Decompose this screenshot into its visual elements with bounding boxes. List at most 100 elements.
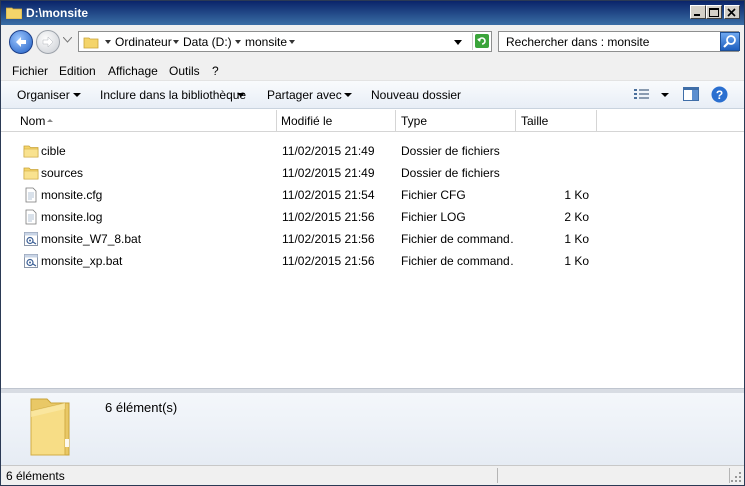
new-folder-button[interactable]: Nouveau dossier [371, 88, 461, 102]
menu-outils[interactable]: Outils [169, 64, 200, 78]
search-placeholder: Rechercher dans : monsite [506, 35, 650, 49]
minimize-icon [694, 14, 700, 16]
file-type: Fichier CFG [401, 188, 466, 202]
file-row[interactable]: monsite_W7_8.bat 11/02/2015 21:56 Fichier … [1, 228, 744, 250]
share-with-button[interactable]: Partager avec [267, 88, 342, 102]
details-pane: 6 élément(s) [1, 393, 744, 465]
file-type: Dossier de fichiers [401, 144, 500, 158]
file-name: monsite_xp.bat [41, 254, 123, 268]
document-icon [25, 187, 37, 203]
file-row[interactable]: sources 11/02/2015 21:49 Dossier de fichie… [1, 162, 744, 184]
file-name: cible [41, 144, 66, 158]
preview-pane-icon[interactable] [683, 87, 700, 102]
column-header-modified[interactable]: Modifié le [277, 110, 396, 131]
window-title: D:\monsite [26, 6, 89, 20]
maximize-icon [709, 8, 719, 17]
file-size: 1 Ko [564, 232, 589, 246]
file-row[interactable]: cible 11/02/2015 21:49 Dossier de fichiers [1, 140, 744, 162]
breadcrumb-ordinateur[interactable]: Ordinateur [115, 35, 172, 49]
search-button[interactable] [720, 32, 740, 51]
menu-bar: Fichier Edition Affichage Outils ? [1, 59, 744, 81]
column-label-name: Nom [20, 114, 46, 128]
file-modified: 11/02/2015 21:54 [282, 188, 375, 202]
navigation-bar: Ordinateur Data (D:) monsite Rechercher … [1, 25, 744, 59]
refresh-button[interactable] [472, 33, 491, 50]
file-name: sources [41, 166, 84, 180]
maximize-button[interactable] [706, 5, 722, 19]
file-row[interactable]: monsite.log 11/02/2015 21:56 Fichier LOG 2 … [1, 206, 744, 228]
column-label-size: Taille [521, 114, 549, 128]
document-icon [25, 209, 37, 225]
file-row[interactable]: monsite_xp.bat 11/02/2015 21:56 Fichier de… [1, 250, 744, 272]
resize-grip-icon[interactable] [731, 472, 742, 483]
menu-affichage[interactable]: Affichage [108, 64, 158, 78]
svg-text:?: ? [716, 88, 723, 102]
file-size: 1 Ko [564, 254, 589, 268]
include-library-dropdown-icon[interactable] [237, 93, 245, 97]
refresh-icon [475, 34, 489, 48]
batch-file-icon [24, 254, 38, 268]
command-bar: Organiser Inclure dans la bibliothèque P… [1, 81, 744, 109]
file-size: 2 Ko [564, 210, 589, 224]
folder-icon [6, 7, 22, 19]
close-button[interactable] [724, 5, 740, 19]
title-bar[interactable]: D:\monsite [1, 1, 744, 25]
file-name: monsite.log [41, 210, 103, 224]
view-dropdown-icon[interactable] [661, 93, 669, 97]
include-library-button[interactable]: Inclure dans la bibliothèque [100, 88, 246, 102]
organize-dropdown-icon[interactable] [73, 93, 81, 97]
breadcrumb-separator-icon[interactable] [235, 40, 241, 44]
view-details-icon[interactable] [633, 87, 651, 102]
file-type: Fichier de command… [401, 254, 513, 268]
folder-icon [83, 37, 99, 49]
large-folder-icon [30, 398, 70, 456]
file-modified: 11/02/2015 21:49 [282, 166, 375, 180]
help-icon[interactable]: ? [711, 86, 728, 103]
address-dropdown-icon[interactable] [454, 40, 462, 45]
recent-pages-chevron-icon[interactable] [63, 37, 72, 43]
search-icon [723, 35, 736, 48]
item-count-detail: 6 élément(s) [105, 400, 178, 415]
file-type: Fichier de command… [401, 232, 513, 246]
column-label-modified: Modifié le [281, 114, 333, 128]
file-type: Fichier LOG [401, 210, 466, 224]
arrow-left-icon [16, 37, 26, 47]
status-item-count: 6 éléments [6, 469, 65, 483]
explorer-window: D:\monsite Ordinateur Data (D:) monsite [0, 0, 745, 486]
breadcrumb-separator-icon[interactable] [289, 40, 295, 44]
search-input[interactable]: Rechercher dans : monsite [498, 31, 739, 52]
column-header-size[interactable]: Taille [516, 110, 597, 131]
close-icon [727, 8, 736, 17]
address-bar[interactable]: Ordinateur Data (D:) monsite [78, 31, 492, 52]
menu-fichier[interactable]: Fichier [12, 64, 48, 78]
breadcrumb-separator-icon[interactable] [173, 40, 179, 44]
folder-icon [23, 145, 39, 158]
sort-ascending-icon [47, 119, 53, 122]
column-headers: Nom Modifié le Type Taille [1, 110, 744, 132]
forward-button[interactable] [36, 30, 60, 54]
file-size: 1 Ko [564, 188, 589, 202]
organize-button[interactable]: Organiser [17, 88, 70, 102]
minimize-button[interactable] [690, 5, 706, 19]
status-bar: 6 éléments [1, 465, 744, 485]
column-header-type[interactable]: Type [396, 110, 516, 131]
batch-file-icon [24, 232, 38, 246]
status-divider [729, 468, 730, 483]
menu-edition[interactable]: Edition [59, 64, 96, 78]
file-name: monsite.cfg [41, 188, 103, 202]
file-type: Dossier de fichiers [401, 166, 500, 180]
file-modified: 11/02/2015 21:56 [282, 210, 375, 224]
file-list: cible 11/02/2015 21:49 Dossier de fichiers… [1, 132, 744, 387]
back-button[interactable] [9, 30, 33, 54]
breadcrumb-separator-icon[interactable] [105, 40, 111, 44]
file-modified: 11/02/2015 21:49 [282, 144, 375, 158]
menu-help[interactable]: ? [212, 64, 219, 78]
column-header-name[interactable]: Nom [1, 110, 277, 131]
file-modified: 11/02/2015 21:56 [282, 254, 375, 268]
breadcrumb-monsite[interactable]: monsite [245, 35, 287, 49]
file-name: monsite_W7_8.bat [41, 232, 142, 246]
breadcrumb-data-drive[interactable]: Data (D:) [183, 35, 232, 49]
arrow-right-icon [42, 36, 54, 48]
share-with-dropdown-icon[interactable] [344, 93, 352, 97]
file-row[interactable]: monsite.cfg 11/02/2015 21:54 Fichier CFG 1 … [1, 184, 744, 206]
